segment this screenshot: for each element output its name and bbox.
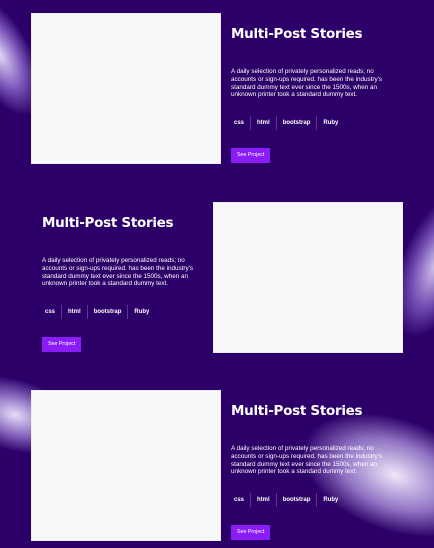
project-tags: css html bootstrap Ruby [231,116,401,131]
tag-css: css [45,309,56,316]
project-tags: css html bootstrap Ruby [42,305,212,320]
tag-ruby: Ruby [316,116,344,131]
tag-html: html [250,116,276,131]
project-card-info: Multi-Post Stories A daily selection of … [231,25,401,164]
project-card-info: Multi-Post Stories A daily selection of … [231,402,401,541]
project-card-info: Multi-Post Stories A daily selection of … [42,214,212,353]
tag-bootstrap: bootstrap [275,116,317,131]
project-title: Multi-Post Stories [231,403,363,419]
tag-ruby: Ruby [316,493,344,508]
tag-css: css [234,497,245,504]
project-title: Multi-Post Stories [42,215,174,231]
see-project-button[interactable]: See Project [231,525,271,541]
tag-ruby: Ruby [127,305,155,320]
project-image-placeholder [31,13,221,164]
tag-css: css [234,120,245,127]
see-project-button[interactable]: See Project [231,148,271,164]
project-description: A daily selection of privately personali… [231,68,383,99]
project-image-placeholder [213,202,403,353]
project-title: Multi-Post Stories [231,26,363,42]
project-description: A daily selection of privately personali… [42,257,194,288]
see-project-button[interactable]: See Project [42,337,82,353]
project-description: A daily selection of privately personali… [231,445,383,476]
tag-html: html [250,493,276,508]
portfolio-works-section: Multi-Post Stories A daily selection of … [0,0,434,548]
project-tags: css html bootstrap Ruby [231,493,401,508]
tag-bootstrap: bootstrap [275,493,317,508]
tag-bootstrap: bootstrap [86,305,128,320]
project-image-placeholder [31,390,221,541]
tag-html: html [61,305,87,320]
